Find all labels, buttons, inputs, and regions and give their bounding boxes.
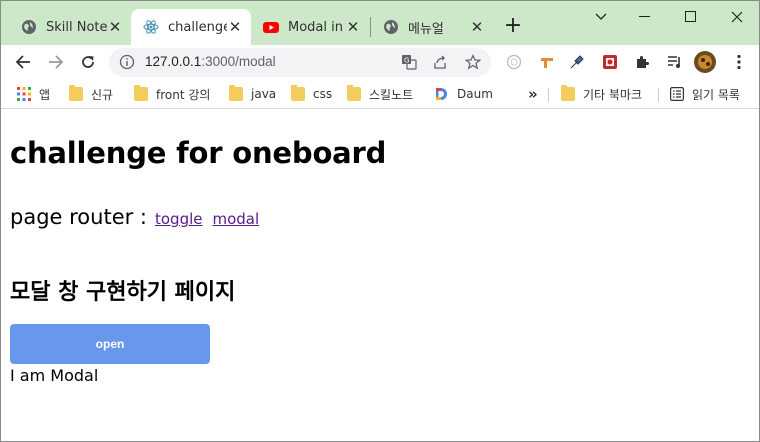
section-heading: 모달 창 구현하기 페이지 <box>10 280 236 305</box>
react-icon <box>143 19 159 35</box>
new-tab-button[interactable]: + <box>501 15 525 39</box>
close-icon[interactable]: ✕ <box>107 19 123 35</box>
folder-icon <box>229 85 243 101</box>
tab-title: Modal in <box>288 19 343 35</box>
bookmark-folder-skillnote[interactable]: 스킬노트 <box>347 85 413 103</box>
bookmark-folder-other[interactable]: 기타 북마크 <box>561 85 642 103</box>
svg-text:G: G <box>404 57 409 65</box>
more-vert-icon[interactable] <box>730 53 748 71</box>
bookmarks-bar: 앱 신규 front 강의 java css 스킬노트 Daum » 기타 북마… <box>1 79 759 109</box>
bookmark-apps[interactable]: 앱 <box>17 85 50 103</box>
reading-list-label: 읽기 목록 <box>692 87 740 102</box>
globe-icon <box>21 19 37 35</box>
translate-icon[interactable]: G <box>401 54 417 70</box>
bookmark-label: 앱 <box>39 87 51 102</box>
chevron-down-icon[interactable] <box>579 7 623 27</box>
extension-orange-icon[interactable] <box>538 53 556 71</box>
folder-icon <box>291 85 305 101</box>
folder-icon <box>69 85 83 101</box>
bookmark-label: 스킬노트 <box>369 87 414 102</box>
bookmark-label: 신규 <box>91 87 114 102</box>
tab-manual[interactable]: 메뉴얼 ✕ <box>371 9 493 45</box>
profile-avatar-icon[interactable] <box>694 51 716 73</box>
bookmark-label: Daum <box>457 87 493 101</box>
tab-modal-in[interactable]: Modal in ✕ <box>251 9 369 45</box>
star-icon[interactable] <box>464 54 482 70</box>
eyedropper-icon[interactable] <box>568 53 586 71</box>
bookmark-label: front 강의 <box>156 87 211 102</box>
open-modal-button[interactable]: open <box>10 324 210 364</box>
page-content: challenge for oneboard page router : tog… <box>1 110 759 441</box>
url-path: :3000/modal <box>201 54 276 69</box>
address-bar[interactable]: 127.0.0.1:3000/modal G <box>109 48 491 77</box>
apps-grid-icon <box>17 87 31 101</box>
reading-list-icon <box>670 87 685 102</box>
media-queue-icon[interactable] <box>666 53 684 71</box>
tab-skill-note[interactable]: Skill Note ✕ <box>9 9 131 45</box>
forward-icon[interactable] <box>44 50 68 74</box>
info-icon[interactable] <box>119 54 135 70</box>
extension-circle-icon[interactable] <box>505 53 523 71</box>
bookmark-divider <box>548 88 549 102</box>
url-host: 127.0.0.1 <box>145 54 202 69</box>
tab-title: 메뉴얼 <box>408 21 444 37</box>
bookmark-label: 기타 북마크 <box>583 87 643 102</box>
router-label: page router : <box>10 205 147 229</box>
close-icon[interactable]: ✕ <box>345 19 361 35</box>
browser-window: Skill Note ✕ challenge ✕ Modal in ✕ 메뉴얼 … <box>0 0 760 442</box>
modal-link[interactable]: modal <box>213 210 260 228</box>
bookmark-label: css <box>313 87 333 101</box>
browser-toolbar: 127.0.0.1:3000/modal G <box>1 45 759 79</box>
folder-icon <box>561 85 575 101</box>
bookmark-folder-java[interactable]: java <box>229 85 276 103</box>
back-icon[interactable] <box>11 50 35 74</box>
extension-red-icon[interactable] <box>601 53 619 71</box>
bookmark-daum[interactable]: Daum <box>435 85 493 103</box>
minimize-icon[interactable] <box>623 7 667 27</box>
close-icon[interactable]: ✕ <box>227 19 243 35</box>
youtube-icon <box>263 19 279 35</box>
reading-list[interactable]: 읽기 목록 <box>670 85 740 103</box>
tab-challenge[interactable]: challenge ✕ <box>131 9 251 45</box>
maximize-icon[interactable] <box>669 7 713 27</box>
reload-icon[interactable] <box>76 50 100 74</box>
url-text: 127.0.0.1:3000/modal <box>145 54 276 69</box>
bookmark-divider <box>658 88 659 102</box>
close-icon[interactable]: ✕ <box>469 19 485 35</box>
tab-strip: Skill Note ✕ challenge ✕ Modal in ✕ 메뉴얼 … <box>1 1 759 45</box>
globe-icon <box>383 19 399 35</box>
folder-icon <box>347 85 361 101</box>
toggle-link[interactable]: toggle <box>155 210 203 228</box>
modal-text: I am Modal <box>10 366 99 385</box>
bookmarks-overflow[interactable]: » <box>528 85 538 103</box>
tab-title: challenge <box>168 19 227 35</box>
bookmark-folder-new[interactable]: 신규 <box>69 85 113 103</box>
folder-icon <box>134 85 148 101</box>
page-title: challenge for oneboard <box>10 136 387 170</box>
puzzle-icon[interactable] <box>633 53 651 71</box>
share-icon[interactable] <box>432 54 448 70</box>
bookmark-folder-front[interactable]: front 강의 <box>134 85 210 103</box>
close-icon[interactable] <box>715 7 759 27</box>
bookmark-folder-css[interactable]: css <box>291 85 332 103</box>
page-router: page router : toggle modal <box>10 205 259 229</box>
tab-title: Skill Note <box>46 19 107 35</box>
daum-icon <box>435 87 449 101</box>
bookmark-label: java <box>251 87 277 101</box>
